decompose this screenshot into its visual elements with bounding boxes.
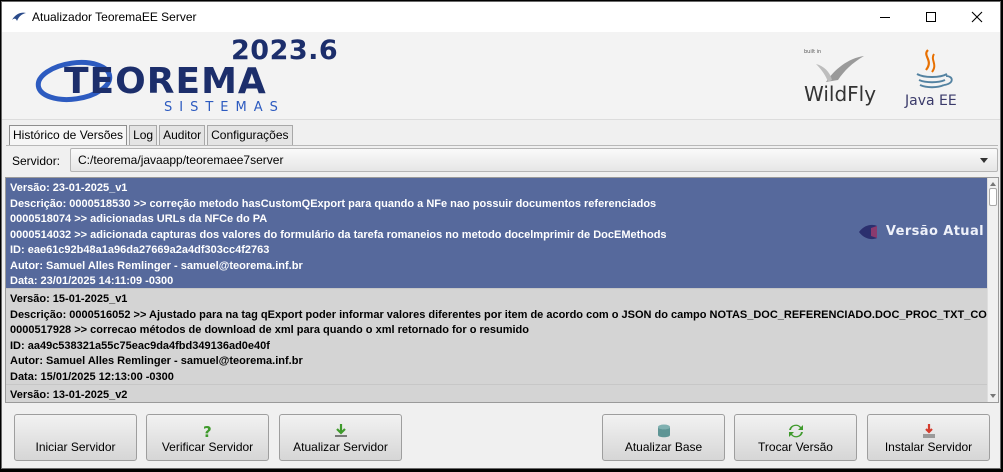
version-line: ID: eae61c92b48a1a96da27669a2a4df303cc4f…: [10, 244, 270, 256]
version-line: 0000517928 >> correcao métodos de downlo…: [10, 324, 529, 336]
version-entry-selected[interactable]: Versão: 23-01-2025_v1 Descrição: 0000518…: [6, 178, 989, 289]
chevron-down-icon: [980, 158, 988, 163]
header-banner: 2023.6 TEOREMA SISTEMAS built in WildFly…: [2, 32, 1000, 120]
wildfly-built-in: built in: [804, 49, 821, 55]
server-label: Servidor:: [12, 154, 61, 168]
version-line: Descrição: 0000516052 >> Ajustado para n…: [10, 308, 989, 321]
minimize-button[interactable]: [862, 2, 908, 32]
install-server-button[interactable]: Instalar Servidor: [867, 414, 990, 461]
version-line: Data: 23/01/2025 14:11:09 -0300: [10, 275, 174, 287]
title-bar: Atualizador TeoremaEE Server: [2, 2, 1000, 32]
version-line: Versão: 13-01-2025_v2: [10, 389, 128, 401]
version-line: Versão: 23-01-2025_v1: [10, 182, 128, 194]
scroll-up-icon[interactable]: [990, 182, 996, 186]
update-base-button[interactable]: Atualizar Base: [602, 414, 725, 461]
vertical-scrollbar[interactable]: [987, 178, 998, 402]
version-line: Data: 15/01/2025 12:13:00 -0300: [10, 370, 174, 383]
arrow-icon: [858, 224, 877, 240]
start-server-button[interactable]: Iniciar Servidor: [14, 414, 137, 461]
server-dropdown-value: C:/teorema/javaapp/teoremaee7server: [78, 153, 284, 167]
question-icon: ?: [203, 423, 212, 439]
download-icon: [334, 424, 347, 437]
logo-main-text: TEOREMA: [64, 61, 267, 102]
app-window: Atualizador TeoremaEE Server 2023.6 TEOR…: [1, 1, 1001, 469]
wildfly-logo: built in WildFly: [804, 49, 876, 106]
teorema-logo: TEOREMA SISTEMAS: [35, 59, 285, 115]
current-version-label: Versão Atual: [885, 224, 984, 240]
scroll-down-icon[interactable]: [990, 394, 996, 398]
svg-text:?: ?: [203, 423, 212, 439]
tab-historico-versoes[interactable]: Histórico de Versões: [9, 125, 128, 146]
version-line: Autor: Samuel Alles Remlinger - samuel@t…: [10, 259, 303, 272]
version-entry[interactable]: Versão: 13-01-2025_v2: [6, 385, 989, 402]
update-server-button[interactable]: Atualizar Servidor: [279, 414, 402, 461]
tab-auditor[interactable]: Auditor: [159, 125, 206, 145]
tab-panel-divider: [6, 145, 998, 146]
version-line: 0000518074 >> adicionadas URLs da NFCe d…: [10, 213, 268, 225]
version-line: Descrição: 0000518530 >> correção metodo…: [10, 197, 657, 210]
tab-bar: Histórico de Versões Log Auditor Configu…: [9, 125, 295, 146]
update-base-label: Atualizar Base: [624, 440, 703, 454]
current-version-badge: Versão Atual: [857, 222, 984, 242]
logo-sub-text: SISTEMAS: [164, 100, 285, 115]
switch-version-label: Trocar Versão: [758, 440, 833, 454]
version-line: Autor: Samuel Alles Remlinger - samuel@t…: [10, 355, 303, 367]
refresh-icon: [788, 424, 803, 438]
window-title: Atualizador TeoremaEE Server: [32, 10, 197, 24]
maximize-button[interactable]: [908, 2, 954, 32]
version-entry[interactable]: Versão: 15-01-2025_v1 Descrição: 0000516…: [6, 289, 989, 385]
version-history-list[interactable]: Versão: 23-01-2025_v1 Descrição: 0000518…: [5, 177, 999, 403]
install-icon: [922, 424, 935, 438]
wildfly-bird-icon: [12, 12, 26, 21]
minimize-icon: [880, 17, 890, 18]
check-server-button[interactable]: ? Verificar Servidor: [146, 414, 269, 461]
switch-version-button[interactable]: Trocar Versão: [734, 414, 857, 461]
version-line: 0000514032 >> adicionada capturas dos va…: [10, 228, 667, 241]
tab-configuracoes[interactable]: Configurações: [207, 125, 293, 145]
javaee-text: Java EE: [904, 93, 957, 109]
update-server-label: Atualizar Servidor: [293, 440, 388, 454]
database-icon: [657, 424, 670, 438]
version-line: Versão: 15-01-2025_v1: [10, 293, 128, 305]
tab-log[interactable]: Log: [129, 125, 158, 145]
wildfly-text: WildFly: [804, 82, 876, 106]
install-server-label: Instalar Servidor: [884, 440, 973, 454]
close-button[interactable]: [954, 2, 1000, 32]
version-line: ID: aa49c538321a55c75eac9da4fbd349136ad0…: [10, 339, 270, 352]
javaee-logo: Java EE: [904, 49, 957, 109]
check-server-label: Verificar Servidor: [161, 440, 254, 454]
server-dropdown[interactable]: C:/teorema/javaapp/teoremaee7server: [70, 148, 998, 172]
scroll-thumb[interactable]: [989, 188, 997, 206]
maximize-icon: [926, 12, 936, 22]
start-server-label: Iniciar Servidor: [35, 440, 116, 454]
close-icon: [971, 11, 983, 23]
